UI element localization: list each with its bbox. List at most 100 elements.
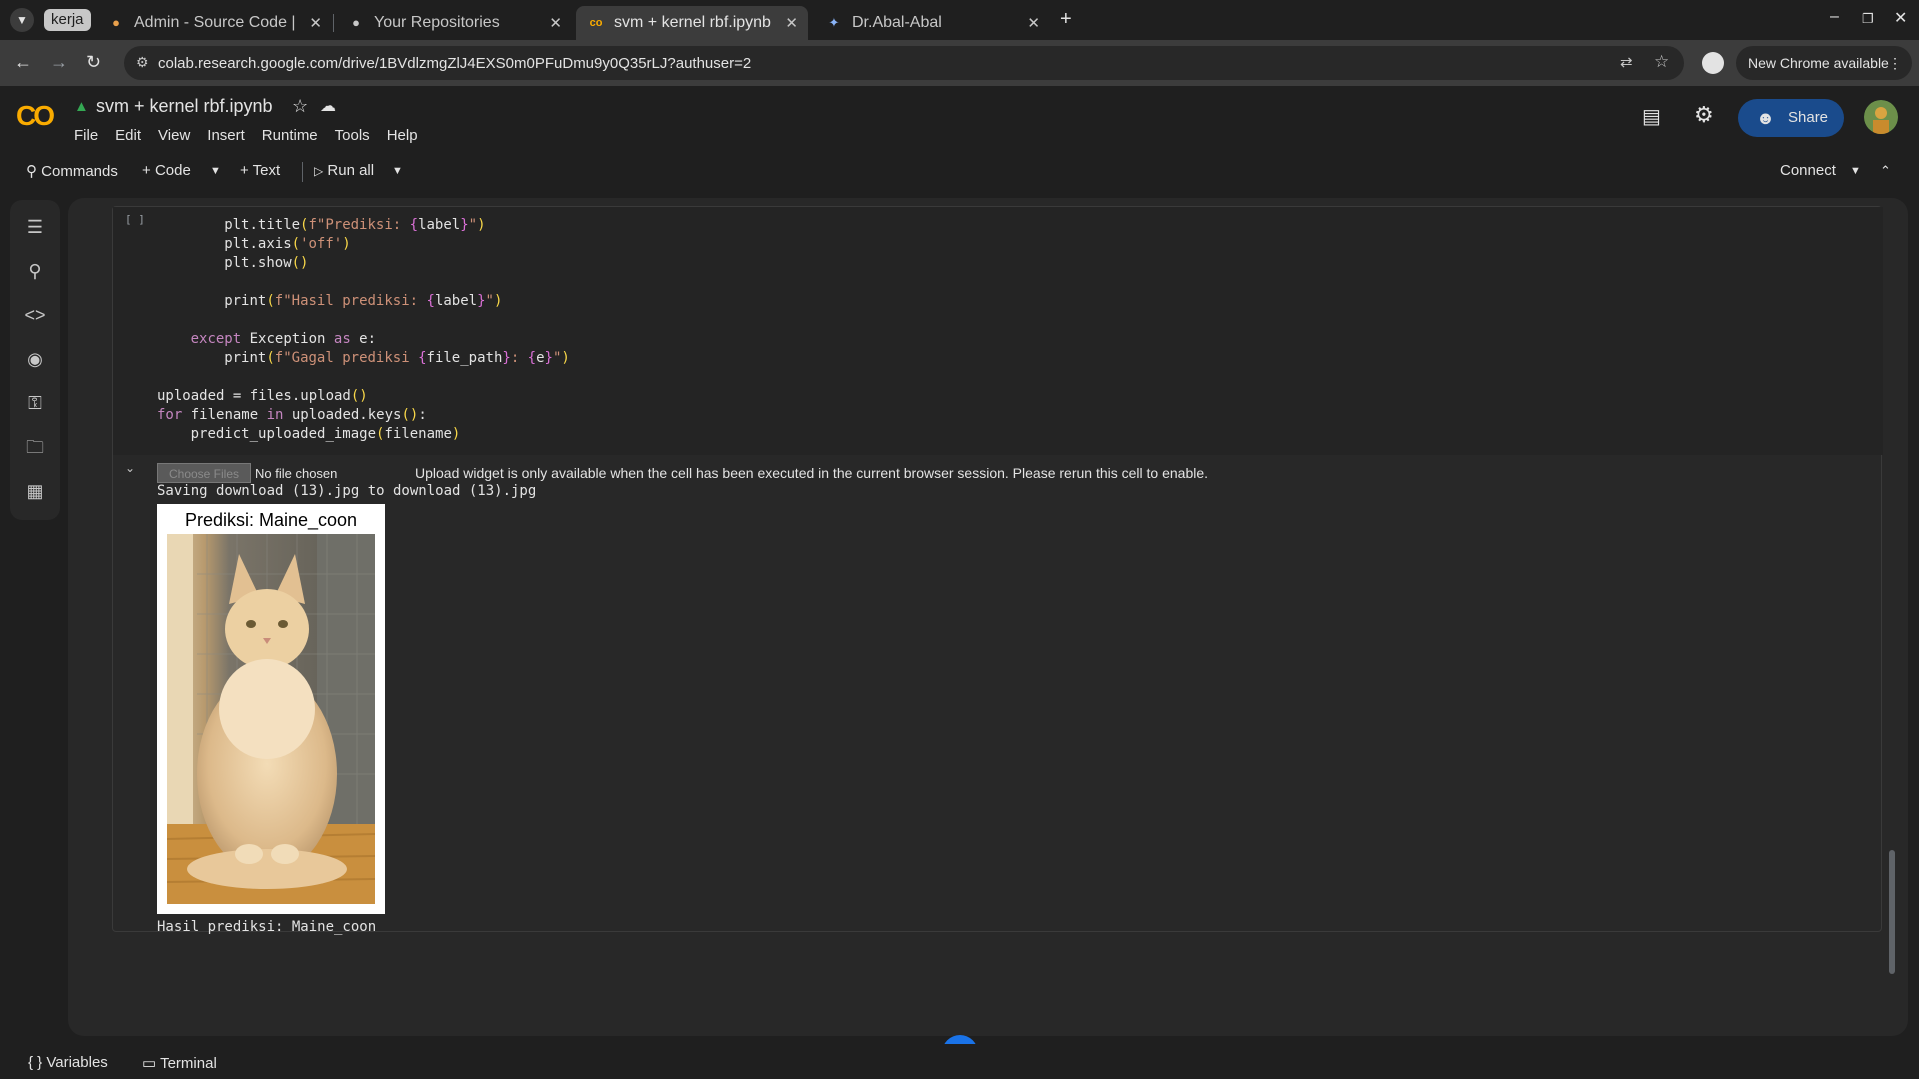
menu-view[interactable]: View	[158, 127, 190, 144]
code-token: )	[342, 236, 351, 252]
connect-dropdown-icon[interactable]: ▼	[1850, 165, 1861, 177]
collapse-output-icon[interactable]: ⌄	[125, 461, 135, 475]
code-token: uploaded.keys	[283, 407, 402, 423]
tab-dr-abal[interactable]: ✦ Dr.Abal-Abal ✕	[814, 6, 1050, 40]
close-tab-icon[interactable]: ✕	[549, 14, 562, 32]
minimize-icon[interactable]: –	[1830, 8, 1839, 26]
code-token: as	[333, 331, 351, 347]
add-code-button[interactable]: + Code	[142, 162, 191, 179]
colab-favicon-icon: co	[589, 17, 603, 29]
notebook-title[interactable]: svm + kernel rbf.ipynb	[96, 96, 273, 117]
commands-button[interactable]: ⚲ Commands	[26, 162, 118, 180]
menu-tools[interactable]: Tools	[335, 127, 370, 144]
code-dropdown-icon[interactable]: ▼	[210, 165, 221, 177]
code-line[interactable]: plt.title(f"Prediksi: {label}")	[157, 217, 486, 233]
data-table-icon[interactable]: ▦	[24, 480, 46, 502]
profile-icon[interactable]	[1702, 52, 1724, 74]
close-tab-icon[interactable]: ✕	[309, 14, 322, 32]
menu-help[interactable]: Help	[387, 127, 418, 144]
files-folder-icon[interactable]: 🗀	[24, 436, 46, 458]
browser-tab-strip: ▼ kerja ● Admin - Source Code | ✕ ● Your…	[0, 0, 1919, 40]
back-icon[interactable]: ←	[14, 52, 32, 73]
star-notebook-icon[interactable]: ☆	[292, 96, 308, 117]
reload-icon[interactable]: ↻	[86, 52, 101, 73]
run-all-button[interactable]: ▷ Run all	[314, 162, 374, 179]
new-tab-icon[interactable]: +	[1060, 8, 1072, 31]
left-sidebar: ☰ ⚲ <> ◉ ⚿ 🗀 ▦	[10, 200, 60, 520]
translate-icon[interactable]: ⇄	[1620, 53, 1633, 71]
code-snippets-icon[interactable]: <>	[24, 304, 46, 326]
secrets-eye-icon[interactable]: ◉	[24, 348, 46, 370]
close-tab-icon[interactable]: ✕	[785, 14, 798, 32]
menu-runtime[interactable]: Runtime	[262, 127, 318, 144]
code-line[interactable]: print(f"Gagal prediksi {file_path}: {e}"…	[157, 350, 570, 366]
braces-icon: { }	[28, 1054, 43, 1071]
window-close-icon[interactable]: ✕	[1894, 8, 1907, 28]
notebook-scrollbar[interactable]	[1889, 850, 1895, 974]
code-line[interactable]: predict_uploaded_image(filename)	[157, 426, 461, 442]
bookmark-star-icon[interactable]: ☆	[1654, 52, 1669, 72]
code-editor[interactable]: [ ] plt.title(f"Prediksi: {label}") plt.a…	[113, 207, 1883, 455]
code-label: Code	[154, 162, 191, 179]
collapse-header-icon[interactable]: ⌃	[1880, 163, 1891, 179]
status-bar: { } Variables ▭ Terminal	[0, 1044, 1919, 1079]
code-token: )	[451, 426, 461, 442]
restore-icon[interactable]: ❐	[1862, 11, 1874, 27]
avatar[interactable]	[1864, 100, 1898, 134]
code-token: except	[190, 331, 242, 347]
code-token: e	[536, 350, 545, 366]
menu-insert[interactable]: Insert	[207, 127, 245, 144]
prediction-result-line: Hasil prediksi: Maine_coon	[157, 919, 377, 935]
code-line[interactable]: for filename in uploaded.keys():	[157, 407, 427, 423]
tab-github[interactable]: ● Your Repositories ✕	[336, 6, 572, 40]
settings-gear-icon[interactable]: ⚙	[1694, 102, 1714, 128]
code-token: )	[477, 217, 486, 233]
code-line[interactable]: except Exception as e:	[157, 331, 376, 347]
add-text-button[interactable]: + Text	[240, 162, 280, 179]
close-tab-icon[interactable]: ✕	[1027, 14, 1040, 32]
code-line[interactable]: print(f"Hasil prediksi: {label}")	[157, 293, 502, 309]
code-line[interactable]: plt.axis('off')	[157, 236, 351, 252]
code-line[interactable]: plt.show()	[157, 255, 308, 271]
terminal-icon: ▭	[142, 1055, 157, 1072]
execution-count[interactable]: [ ]	[125, 213, 145, 226]
comments-icon[interactable]: ▤	[1642, 104, 1661, 129]
menu-edit[interactable]: Edit	[115, 127, 141, 144]
find-replace-icon[interactable]: ⚲	[24, 260, 46, 282]
choose-files-button[interactable]: Choose Files	[157, 463, 251, 483]
menu-file[interactable]: File	[74, 127, 98, 144]
tab-colab[interactable]: co svm + kernel rbf.ipynb ✕	[576, 6, 808, 40]
code-line[interactable]: uploaded = files.upload()	[157, 388, 368, 404]
share-button[interactable]: ☻ Share	[1738, 99, 1844, 137]
plus-icon: +	[240, 162, 249, 179]
url-text[interactable]: colab.research.google.com/drive/1BVdlzmg…	[158, 55, 751, 72]
connect-button[interactable]: Connect	[1780, 162, 1836, 179]
play-icon: ▷	[314, 164, 324, 178]
address-bar[interactable]: ⚙ colab.research.google.com/drive/1BVdlz…	[124, 46, 1684, 80]
site-info-icon[interactable]: ⚙	[136, 54, 149, 71]
tab-search-icon[interactable]: ▼	[10, 8, 34, 32]
github-icon: ●	[352, 15, 360, 30]
code-token: in	[266, 407, 284, 423]
code-token: "	[485, 293, 494, 309]
code-token: ()	[291, 255, 309, 271]
tab-group-chip[interactable]: kerja	[44, 9, 91, 31]
forward-icon[interactable]: →	[50, 52, 68, 73]
notebook-area: [ ] plt.title(f"Prediksi: {label}") plt.a…	[68, 198, 1908, 1036]
code-token: plt.title	[224, 217, 301, 233]
tab-title: Admin - Source Code |	[134, 14, 296, 31]
browser-toolbar: ← → ↻ ⚙ colab.research.google.com/drive/…	[0, 40, 1919, 86]
code-token: {	[527, 350, 537, 366]
terminal-button[interactable]: ▭ Terminal	[142, 1054, 217, 1072]
colab-logo[interactable]: CO	[16, 100, 55, 132]
new-chrome-available-button[interactable]: New Chrome available ⋮	[1736, 46, 1912, 80]
key-icon[interactable]: ⚿	[24, 392, 46, 414]
code-cell[interactable]: [ ] plt.title(f"Prediksi: {label}") plt.a…	[112, 206, 1883, 935]
run-all-dropdown-icon[interactable]: ▼	[392, 165, 403, 177]
code-token: }	[502, 350, 511, 366]
table-of-contents-icon[interactable]: ☰	[24, 216, 46, 238]
more-options-icon[interactable]: ⋮	[1888, 46, 1902, 80]
code-token: }	[544, 350, 553, 366]
variables-button[interactable]: { } Variables	[28, 1054, 108, 1071]
tab-admin[interactable]: ● Admin - Source Code | ✕	[96, 6, 332, 40]
